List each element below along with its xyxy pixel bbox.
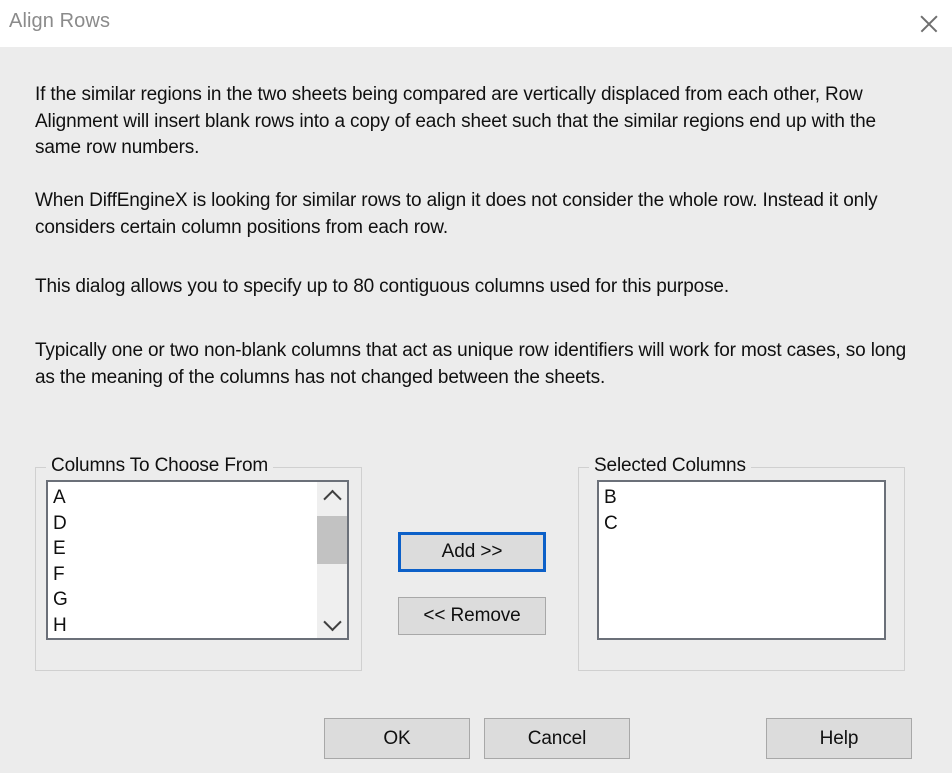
help-button[interactable]: Help [766,718,912,759]
cancel-button[interactable]: Cancel [484,718,630,759]
columns-to-choose-from-items: A D E F G H [48,482,68,638]
selected-columns-label: Selected Columns [589,455,751,477]
list-item[interactable]: A [53,485,68,511]
chevron-up-glyph [323,490,341,508]
title-bar: Align Rows [0,0,952,47]
listbox-scrollbar[interactable] [317,482,347,638]
list-item[interactable]: D [53,511,68,537]
columns-to-choose-from-listbox[interactable]: A D E F G H [46,480,349,640]
chevron-down-icon[interactable] [317,608,347,638]
selected-columns-items: B C [599,482,618,536]
list-item[interactable]: F [53,562,68,588]
scrollbar-thumb[interactable] [317,516,347,564]
description-paragraph-1: If the similar regions in the two sheets… [35,82,895,162]
list-item[interactable]: C [604,511,618,537]
close-glyph [918,13,940,35]
list-item[interactable]: E [53,536,68,562]
add-button[interactable]: Add >> [398,532,546,572]
window-title: Align Rows [9,10,110,33]
description-paragraph-3: This dialog allows you to specify up to … [35,274,905,301]
align-rows-dialog: Align Rows If the similar regions in the… [0,0,952,773]
chevron-down-glyph [323,613,341,631]
remove-button[interactable]: << Remove [398,597,546,635]
selected-columns-listbox[interactable]: B C [597,480,886,640]
description-paragraph-2: When DiffEngineX is looking for similar … [35,188,905,241]
chevron-up-icon[interactable] [317,482,347,512]
list-item[interactable]: H [53,613,68,639]
list-item[interactable]: B [604,485,618,511]
ok-button[interactable]: OK [324,718,470,759]
columns-to-choose-from-label: Columns To Choose From [46,455,273,477]
list-item[interactable]: G [53,587,68,613]
close-icon[interactable] [906,0,952,47]
description-paragraph-4: Typically one or two non-blank columns t… [35,338,915,391]
